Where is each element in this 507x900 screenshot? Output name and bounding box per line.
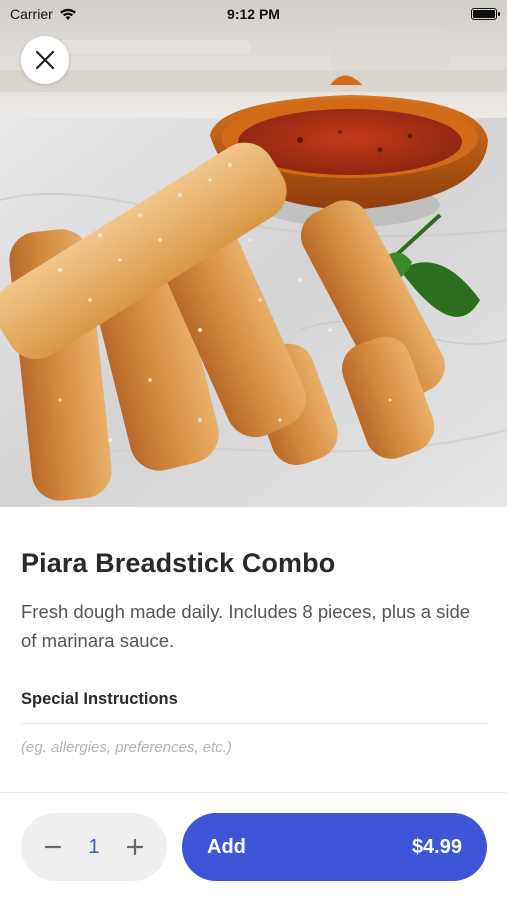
item-hero-image [0, 0, 507, 507]
bottom-bar-divider [0, 792, 507, 793]
item-title: Piara Breadstick Combo [21, 548, 336, 578]
increase-quantity-button[interactable] [123, 835, 147, 859]
add-button-label: Add [207, 835, 246, 858]
item-details: Piara Breadstick Combo Fresh dough made … [21, 548, 489, 655]
wifi-icon [59, 8, 76, 20]
carrier-label: Carrier [10, 6, 53, 22]
item-description: Fresh dough made daily. Includes 8 piece… [21, 601, 471, 651]
add-to-cart-button[interactable]: Add $4.99 [182, 813, 487, 881]
status-left: Carrier [10, 6, 77, 22]
quantity-value: 1 [88, 835, 100, 858]
plus-icon [126, 838, 144, 856]
close-button[interactable] [21, 36, 69, 84]
status-bar: Carrier 9:12 PM [0, 0, 507, 28]
special-instructions-label: Special Instructions [21, 690, 178, 708]
quantity-stepper: 1 [21, 813, 167, 881]
special-instructions-input[interactable] [21, 733, 489, 761]
add-button-price: $4.99 [411, 835, 462, 858]
minus-icon [44, 845, 62, 849]
battery-icon [471, 8, 500, 20]
decrease-quantity-button[interactable] [41, 835, 65, 859]
breadsticks-photo [0, 0, 507, 507]
special-instructions-divider [21, 723, 489, 724]
close-icon [35, 50, 55, 70]
battery-level [473, 10, 495, 18]
